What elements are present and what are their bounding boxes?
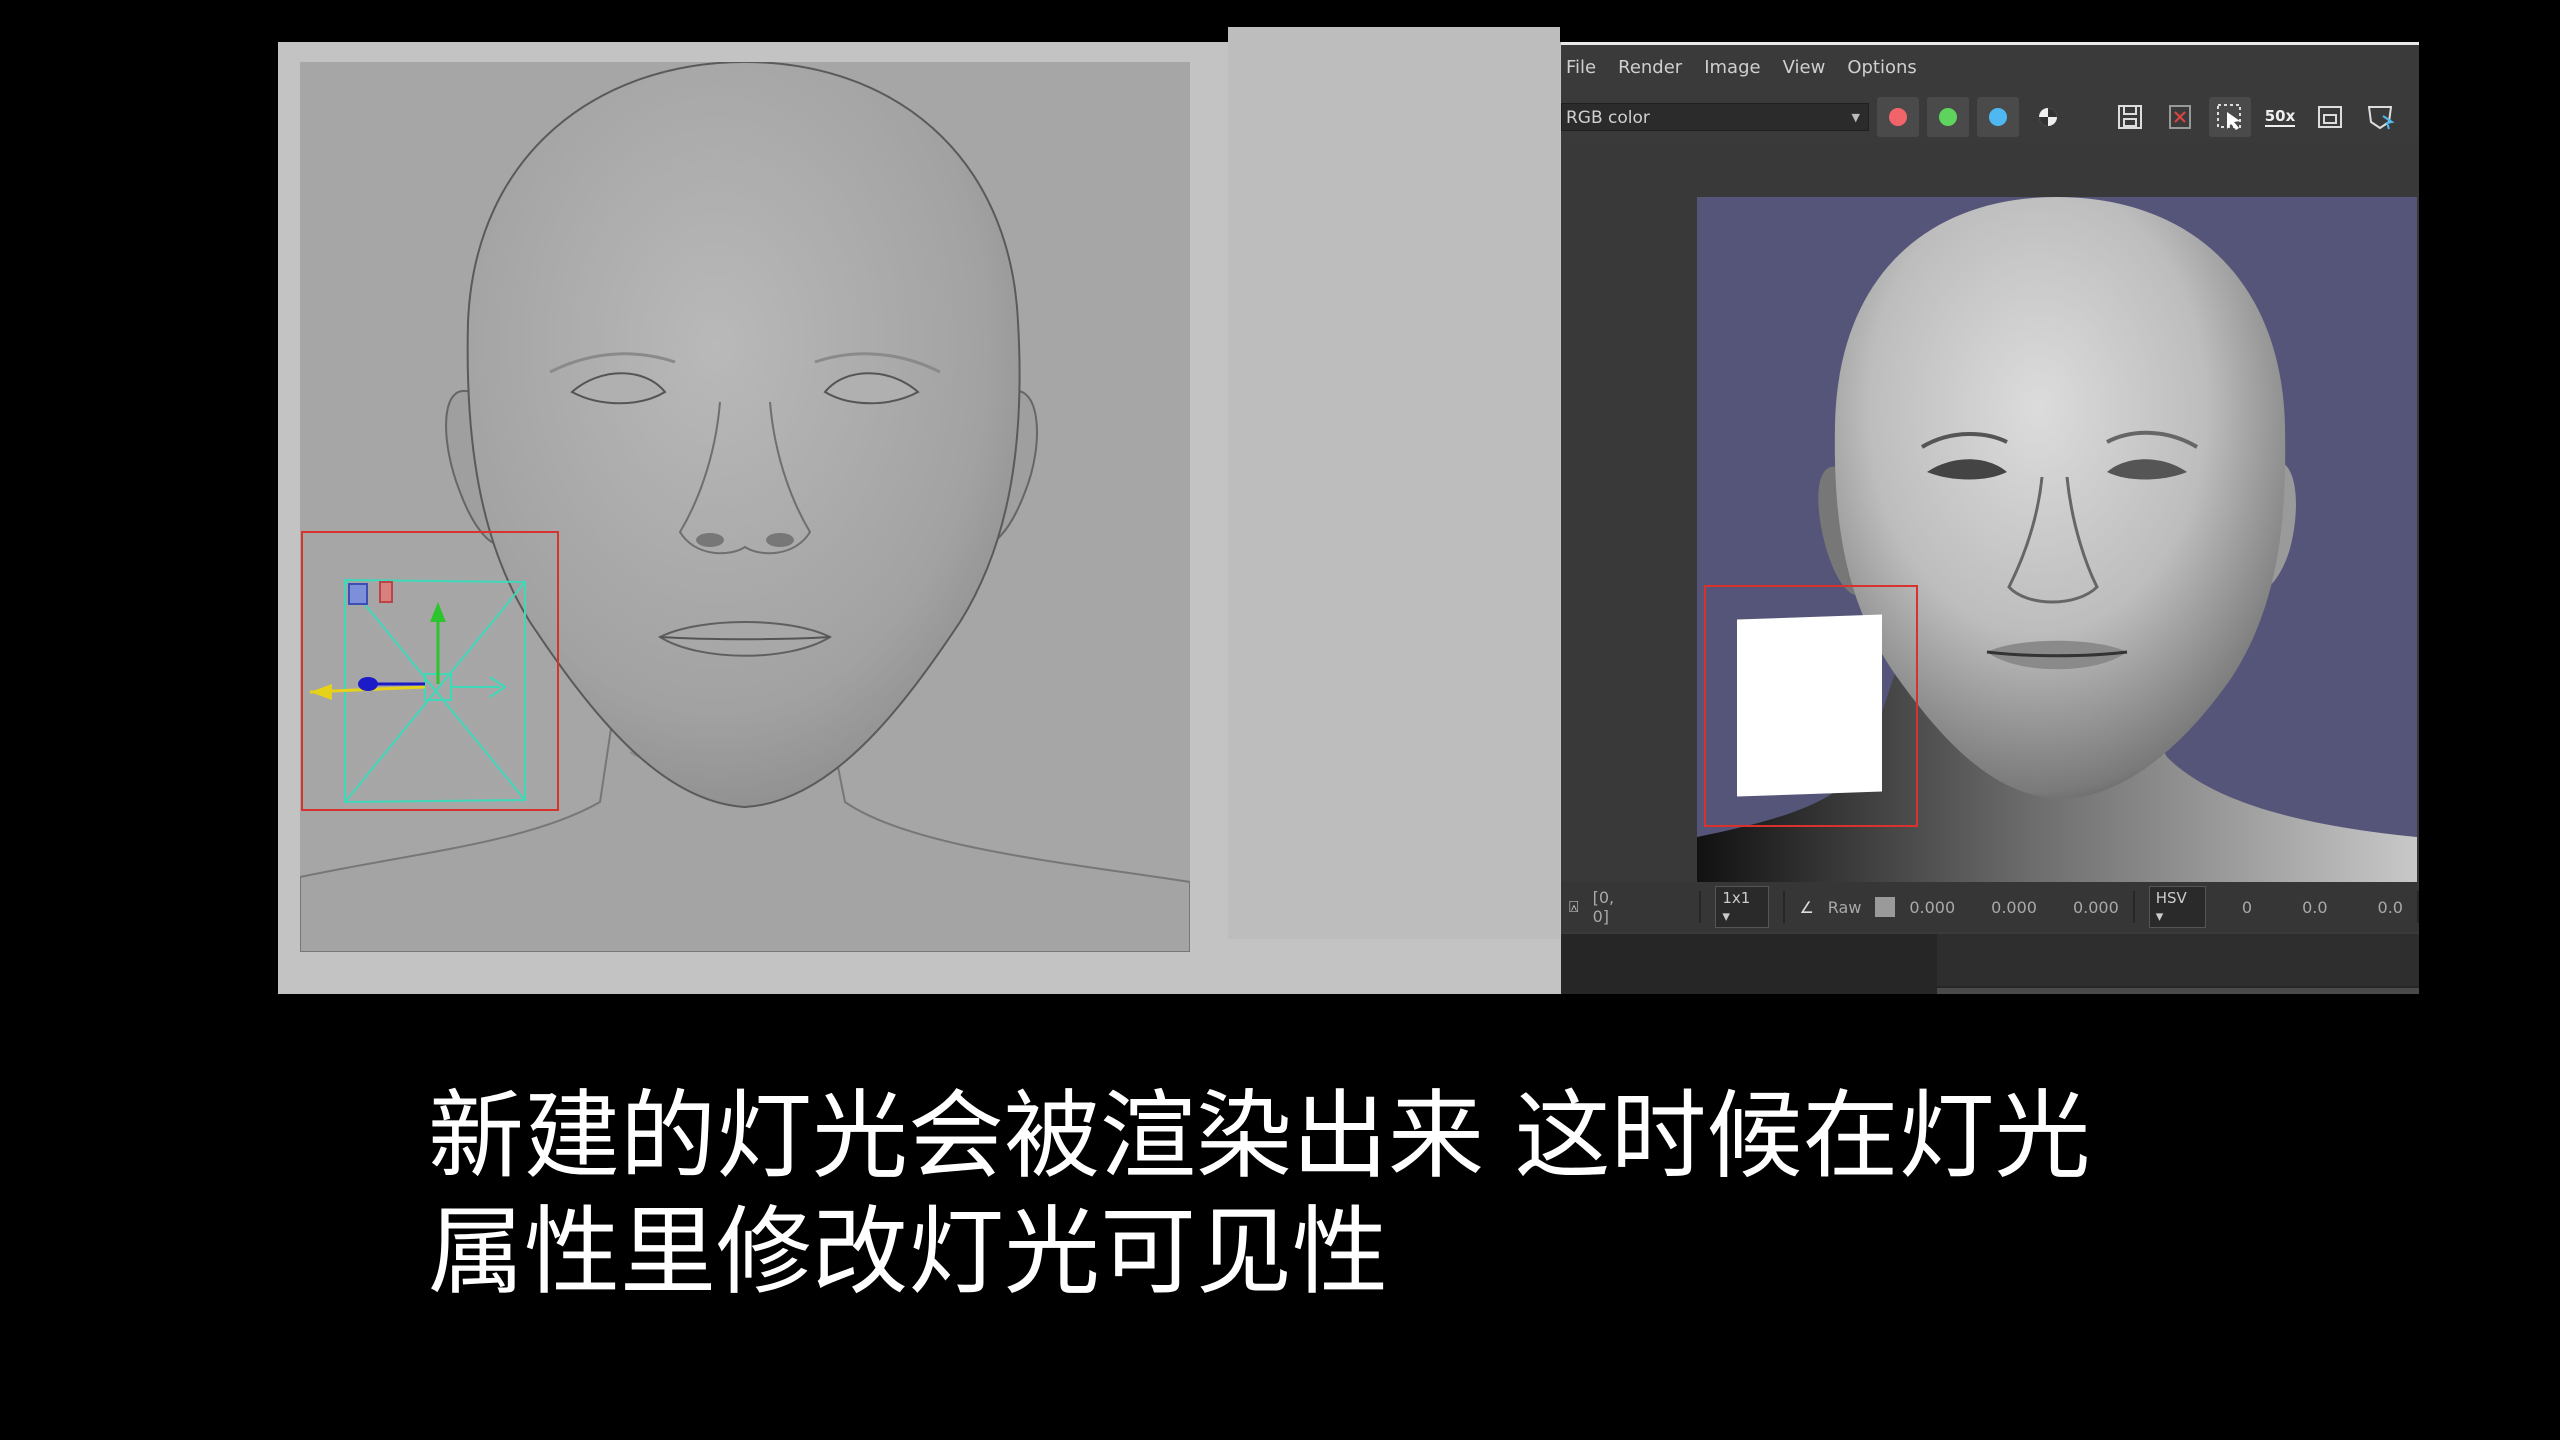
subtitle: 新建的灯光会被渲染出来 这时候在灯光 属性里修改灯光可见性	[428, 1078, 2128, 1310]
red-channel-button[interactable]	[1877, 97, 1919, 137]
chevron-down-icon: ▼	[1851, 111, 1860, 124]
alpha-channel-button[interactable]	[2027, 97, 2069, 137]
hsv-s-value: 0.0	[2302, 897, 2328, 917]
side-panel	[1228, 27, 1560, 939]
green-channel-button[interactable]	[1927, 97, 1969, 137]
subtitle-line-2: 属性里修改灯光可见性	[428, 1196, 1388, 1308]
render-view-window: File Render Image View Options RGB color…	[1561, 42, 2419, 994]
hsv-v-value: 0.0	[2377, 897, 2403, 917]
scale-value: 1x1	[1722, 889, 1751, 907]
color-picker-icon[interactable]: ∠	[1799, 898, 1813, 917]
menu-options[interactable]: Options	[1847, 57, 1916, 78]
menu-bar: File Render Image View Options	[1561, 50, 2419, 84]
raw-label: Raw	[1827, 897, 1862, 917]
color-swatch	[1875, 897, 1896, 917]
green-channel-icon	[1939, 108, 1957, 126]
zoom-button[interactable]: 50x	[2259, 97, 2301, 137]
hsv-h-value: 0	[2241, 897, 2253, 917]
region-select-button[interactable]	[2209, 97, 2251, 137]
light-render-selection-box[interactable]	[1704, 585, 1918, 827]
color-space-value: HSV	[2155, 889, 2187, 907]
subtitle-line-1: 新建的灯光会被渲染出来 这时候在灯光	[428, 1080, 2091, 1192]
color-space-select[interactable]: HSV ▾	[2148, 886, 2206, 928]
scale-select[interactable]: 1x1 ▾	[1715, 886, 1770, 928]
rgb-g-value: 0.000	[1991, 897, 2037, 917]
snapshot-icon	[2367, 106, 2395, 130]
rgb-b-value: 0.000	[2072, 897, 2119, 917]
rgb-r-value: 0.000	[1909, 897, 1956, 917]
menu-view[interactable]: View	[1783, 57, 1826, 78]
frame-icon	[2318, 106, 2342, 128]
toolbar: RGB color ▼ 50x	[1561, 94, 2419, 140]
blue-channel-icon	[1989, 108, 2007, 126]
channel-select[interactable]: RGB color ▼	[1561, 103, 1869, 131]
save-icon	[2118, 105, 2142, 129]
red-channel-icon	[1889, 108, 1907, 126]
3d-viewport[interactable]	[300, 62, 1190, 952]
zoom-50-icon: 50x	[2264, 107, 2296, 127]
head-model-viewport	[300, 62, 1190, 952]
render-area[interactable]	[1561, 142, 2419, 922]
frame-button[interactable]	[2309, 97, 2351, 137]
status-bar: ⍓ [0, 0] 1x1 ▾ ∠ Raw 0.000 0.000 0.000 H…	[1561, 882, 2419, 932]
blue-channel-button[interactable]	[1977, 97, 2019, 137]
remove-image-button[interactable]	[2159, 97, 2201, 137]
rendered-image	[1697, 197, 2417, 915]
pixel-sample-icon[interactable]: ⍓	[1569, 897, 1579, 917]
menu-file[interactable]: File	[1566, 57, 1596, 78]
pixel-coords: [0, 0]	[1592, 888, 1615, 926]
menu-render[interactable]: Render	[1618, 57, 1682, 78]
save-button[interactable]	[2109, 97, 2151, 137]
region-select-icon	[2217, 104, 2241, 130]
menu-image[interactable]: Image	[1704, 57, 1760, 78]
snapshot-button[interactable]	[2359, 97, 2401, 137]
remove-image-icon	[2169, 105, 2191, 129]
channel-select-value: RGB color	[1566, 108, 1650, 128]
alpha-channel-icon	[2039, 108, 2057, 126]
bottom-strip	[1561, 934, 2419, 994]
